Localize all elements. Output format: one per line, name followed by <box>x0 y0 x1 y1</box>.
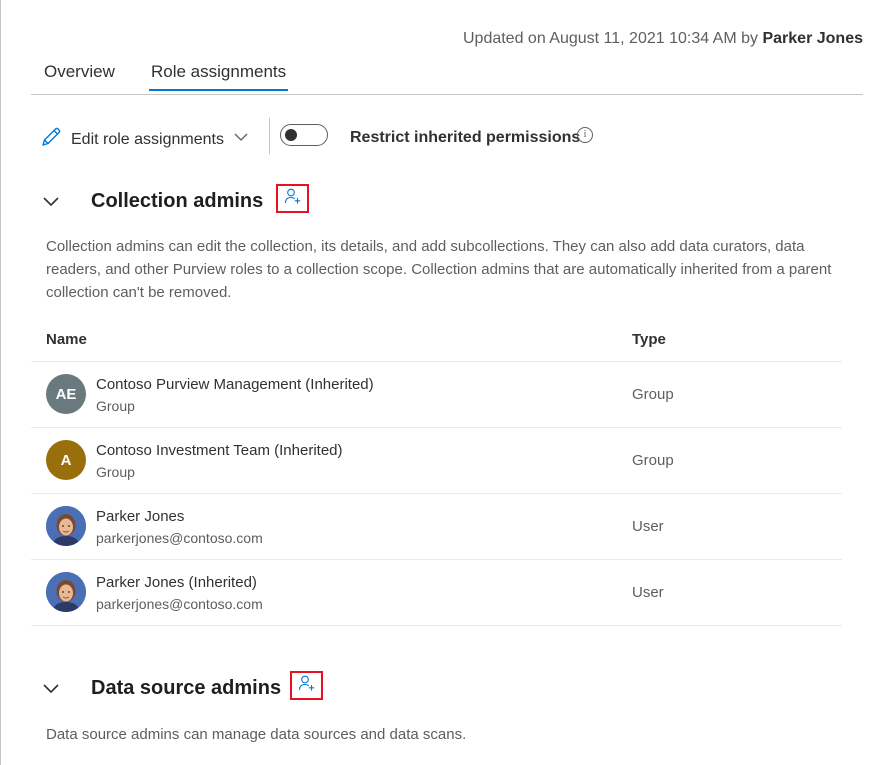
member-type: Group <box>632 452 674 469</box>
data-source-admins-description: Data source admins can manage data sourc… <box>46 726 467 743</box>
add-data-source-admin-button[interactable] <box>290 671 323 700</box>
info-icon[interactable]: i <box>577 127 593 143</box>
pencil-icon <box>40 126 62 153</box>
avatar <box>46 572 86 612</box>
member-subtitle: Group <box>96 464 135 480</box>
updated-by-user: Parker Jones <box>762 30 863 47</box>
collection-admins-description: Collection admins can edit the collectio… <box>46 238 832 301</box>
collection-admins-header: Collection admins <box>40 184 263 218</box>
user-photo-icon <box>46 506 86 546</box>
tab-overview[interactable]: Overview <box>44 62 115 90</box>
restrict-inherited-label: Restrict inherited permissions <box>350 129 581 146</box>
member-type: User <box>632 518 664 535</box>
avatar <box>46 506 86 546</box>
member-subtitle: parkerjones@contoso.com <box>96 596 263 612</box>
updated-text: Updated on August 11, 2021 10:34 AM by <box>462 30 759 47</box>
edit-role-assignments-label: Edit role assignments <box>71 130 224 148</box>
column-header-type[interactable]: Type <box>632 331 666 348</box>
member-name: Parker Jones (Inherited) <box>96 574 257 591</box>
table-row[interactable]: AE Contoso Purview Management (Inherited… <box>31 362 842 428</box>
add-user-icon <box>284 187 302 210</box>
tab-role-assignments[interactable]: Role assignments <box>148 62 289 91</box>
chevron-down-icon <box>233 129 249 150</box>
table-header: Name Type <box>31 320 842 362</box>
member-subtitle: Group <box>96 398 135 414</box>
toggle-knob <box>285 129 297 141</box>
toolbar-divider <box>269 118 270 154</box>
table-row[interactable]: Parker Jones (Inherited) parkerjones@con… <box>31 560 842 626</box>
collapse-chevron-icon[interactable] <box>40 677 62 699</box>
restrict-inherited-toggle[interactable] <box>280 124 328 146</box>
add-collection-admin-button[interactable] <box>276 184 309 213</box>
column-header-name[interactable]: Name <box>46 331 87 348</box>
table-row[interactable]: Parker Jones parkerjones@contoso.com Use… <box>31 494 842 560</box>
role-assignments-table: Name Type AE Contoso Purview Management … <box>31 320 842 626</box>
edit-role-assignments-button[interactable]: Edit role assignments <box>40 126 249 153</box>
user-photo-icon <box>46 572 86 612</box>
table-row[interactable]: A Contoso Investment Team (Inherited) Gr… <box>31 428 842 494</box>
member-type: User <box>632 584 664 601</box>
member-name: Contoso Investment Team (Inherited) <box>96 442 343 459</box>
updated-info: Updated on August 11, 2021 10:34 AM by P… <box>463 30 863 48</box>
collapse-chevron-icon[interactable] <box>40 190 62 212</box>
add-user-icon <box>298 674 316 697</box>
tab-bar: Overview Role assignments <box>31 58 863 95</box>
member-name: Contoso Purview Management (Inherited) <box>96 376 374 393</box>
left-border <box>0 0 1 765</box>
toolbar: Edit role assignments Restrict inherited… <box>40 118 840 158</box>
section-title: Data source admins <box>91 676 282 699</box>
member-subtitle: parkerjones@contoso.com <box>96 530 263 546</box>
avatar: A <box>46 440 86 480</box>
section-title: Collection admins <box>91 189 264 212</box>
member-name: Parker Jones <box>96 508 185 525</box>
member-type: Group <box>632 386 674 403</box>
data-source-admins-header: Data source admins <box>40 671 281 705</box>
avatar: AE <box>46 374 86 414</box>
